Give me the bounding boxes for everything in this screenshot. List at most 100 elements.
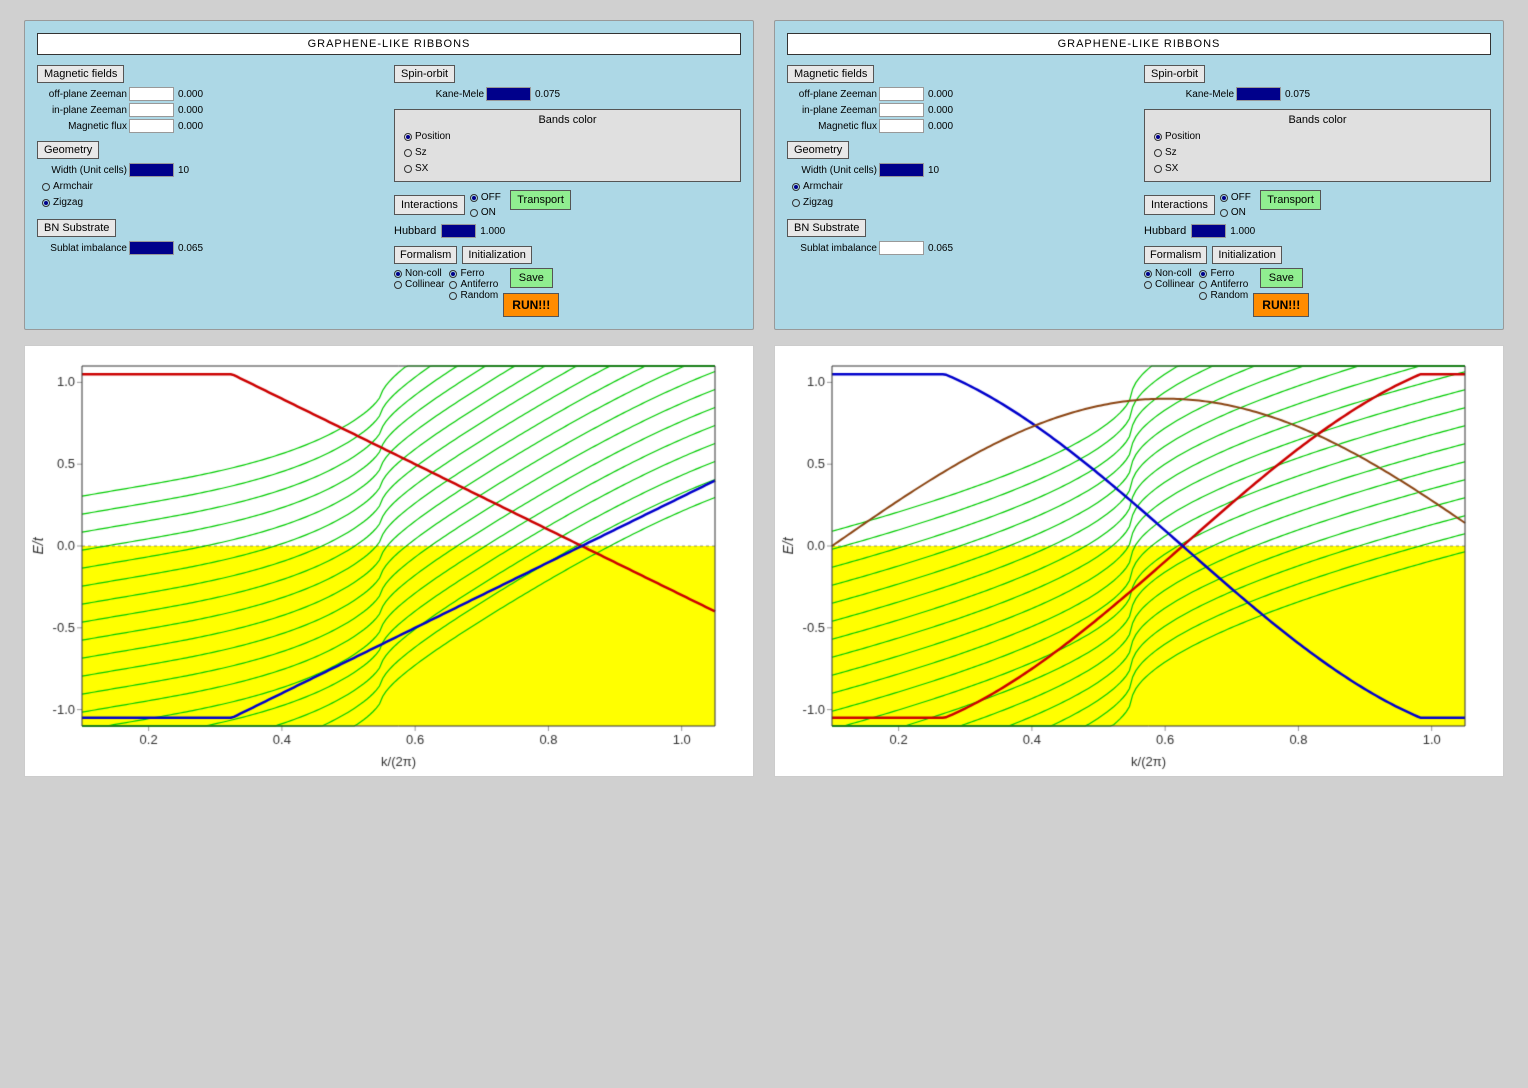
chart-left-container [24,345,754,777]
ferro-radio[interactable] [449,270,457,278]
initialization-section-2: Ferro Antiferro Random [1199,268,1248,301]
position-row-2: Position [1154,129,1486,145]
off-radio-2[interactable] [1220,194,1228,202]
width-row-2: Width (Unit cells) 10 [787,163,1134,177]
armchair-radio[interactable] [42,183,50,191]
geometry-section-2: Geometry Width (Unit cells) 10 Armchair [787,141,1134,211]
off-plane-label: off-plane Zeeman [37,89,127,100]
random-radio-2[interactable] [1199,292,1207,300]
zigzag-label: Zigzag [53,195,83,211]
sx-row-2: SX [1154,161,1486,177]
sx-radio[interactable] [404,165,412,173]
ferro-radio-2[interactable] [1199,270,1207,278]
kane-mele-input[interactable] [486,87,531,101]
mag-flux-label-2: Magnetic flux [787,121,877,132]
on-row-2: ON [1220,205,1251,220]
form-init-row: Formalism Initialization [394,246,741,264]
non-coll-radio[interactable] [394,270,402,278]
geometry-label: Geometry [37,141,99,159]
position-radio-2[interactable] [1154,133,1162,141]
mag-flux-input-2[interactable] [879,119,924,133]
collinear-radio[interactable] [394,281,402,289]
in-plane-input[interactable] [129,103,174,117]
zigzag-radio[interactable] [42,199,50,207]
width-input-2[interactable] [879,163,924,177]
collinear-radio-2[interactable] [1144,281,1152,289]
bands-color-section-2: Bands color Position Sz SX [1144,109,1491,182]
formalism-section-2: Non-coll Collinear [1144,268,1194,290]
run-button-2[interactable]: RUN!!! [1253,293,1309,317]
random-row: Random [449,290,498,301]
random-radio[interactable] [449,292,457,300]
sx-label-2: SX [1165,161,1178,177]
antiferro-row: Antiferro [449,279,498,290]
mag-flux-value-2: 0.000 [928,121,953,132]
width-input[interactable] [129,163,174,177]
save-button[interactable]: Save [510,268,553,288]
save-button-2[interactable]: Save [1260,268,1303,288]
panel-right: GRAPHENE-LIKE RIBBONS Magnetic fields of… [774,20,1504,330]
sx-radio-2[interactable] [1154,165,1162,173]
hubbard-input[interactable] [441,224,476,238]
position-label-2: Position [1165,129,1201,145]
formalism-box-2: Formalism [1144,246,1207,264]
ferro-label: Ferro [460,268,484,279]
on-radio-2[interactable] [1220,209,1228,217]
random-label: Random [460,290,498,301]
sublat-input[interactable] [129,241,174,255]
in-plane-label-2: in-plane Zeeman [787,105,877,116]
sz-radio[interactable] [404,149,412,157]
armchair-label: Armchair [53,179,93,195]
antiferro-radio-2[interactable] [1199,281,1207,289]
mag-flux-input[interactable] [129,119,174,133]
magnetic-fields-section: Magnetic fields [37,65,124,83]
kane-mele-input-2[interactable] [1236,87,1281,101]
right-col: Spin-orbit Kane-Mele 0.075 Bands color P… [394,65,741,317]
in-plane-row: in-plane Zeeman 0.000 [37,103,384,117]
off-radio[interactable] [470,194,478,202]
off-on-group: OFF ON [470,190,501,220]
initialization-box-2: Initialization [1212,246,1281,264]
off-label-2: OFF [1231,190,1251,205]
armchair-radio-2[interactable] [792,183,800,191]
width-row: Width (Unit cells) 10 [37,163,384,177]
on-radio[interactable] [470,209,478,217]
chart-right-container [774,345,1504,777]
bands-color-section: Bands color Position Sz SX [394,109,741,182]
collinear-label-2: Collinear [1155,279,1194,290]
non-coll-label-2: Non-coll [1155,268,1192,279]
off-plane-input[interactable] [129,87,174,101]
non-coll-radio-2[interactable] [1144,270,1152,278]
width-label-2: Width (Unit cells) [787,165,877,176]
off-row: OFF [470,190,501,205]
interactions-row: Interactions OFF ON [394,190,505,220]
sz-radio-2[interactable] [1154,149,1162,157]
sublat-input-2[interactable] [879,241,924,255]
off-plane-row-2: off-plane Zeeman 0.000 [787,87,1134,101]
in-plane-input-2[interactable] [879,103,924,117]
bands-color-title-2: Bands color [1149,114,1486,126]
on-label-2: ON [1231,205,1246,220]
run-button[interactable]: RUN!!! [503,293,559,317]
right-bottom-row-2: Non-coll Collinear Ferro [1144,268,1491,317]
panel-left-title: GRAPHENE-LIKE RIBBONS [37,33,741,55]
hubbard-label-2: Hubbard [1144,225,1186,237]
mag-flux-value: 0.000 [178,121,203,132]
interactions-area: Interactions OFF ON [394,190,505,242]
sublat-row-2: Sublat imbalance 0.065 [787,241,1134,255]
sublat-label: Sublat imbalance [37,243,127,254]
hubbard-value: 1.000 [480,226,505,237]
hubbard-input-2[interactable] [1191,224,1226,238]
hubbard-label: Hubbard [394,225,436,237]
bn-label: BN Substrate [37,219,116,237]
hubbard-value-2: 1.000 [1230,226,1255,237]
left-col-2: Magnetic fields off-plane Zeeman 0.000 i… [787,65,1134,317]
hubbard-row: Hubbard 1.000 [394,224,505,238]
transport-button-2[interactable]: Transport [1260,190,1321,210]
zigzag-radio-2[interactable] [792,199,800,207]
off-plane-input-2[interactable] [879,87,924,101]
formalism-section: Non-coll Collinear [394,268,444,290]
antiferro-radio[interactable] [449,281,457,289]
transport-button[interactable]: Transport [510,190,571,210]
position-radio[interactable] [404,133,412,141]
